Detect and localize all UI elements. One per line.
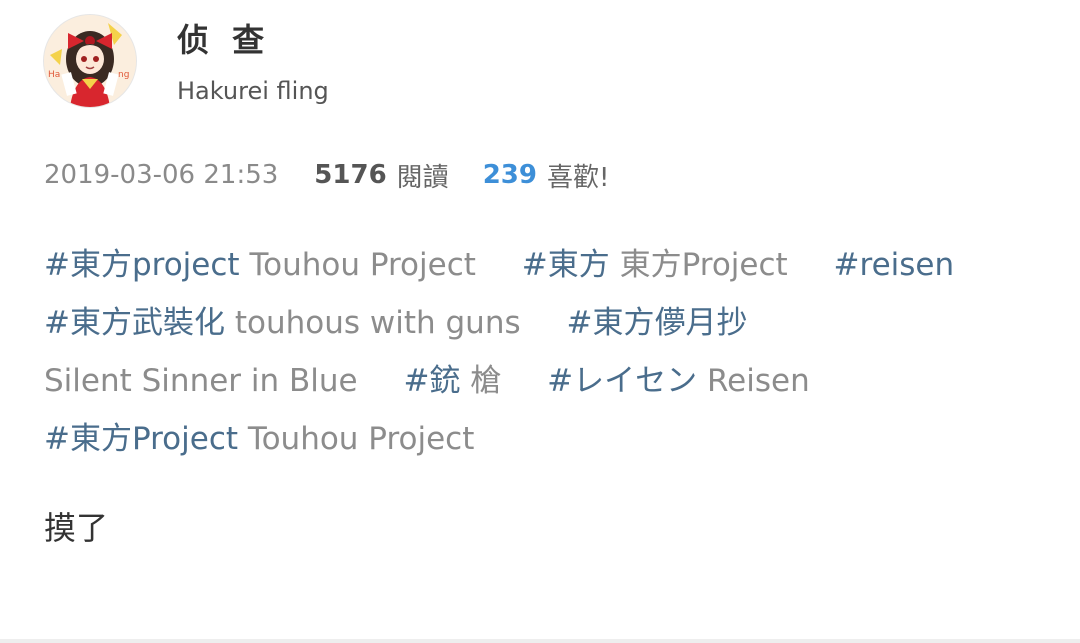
tag-name: #東方Project [44,421,239,457]
svg-text:Ha: Ha [48,70,60,80]
post-page: Ha ng 侦 查 Hakurei fling 2019-03-06 21:53… [0,0,1080,643]
tag-name: #東方武裝化 [44,305,225,341]
tag-item[interactable]: #銃 槍 [403,363,501,399]
tag-list: #東方project Touhou Project #東方 東方Project … [44,236,1044,468]
tag-item[interactable]: #reisen [834,247,955,283]
tag-item[interactable]: #東方武裝化 touhous with guns [44,305,521,341]
author-name[interactable]: 侦 查 [177,18,270,62]
tag-line: #東方武裝化 touhous with guns #東方儚月抄 [44,294,1044,352]
tag-item[interactable]: #東方project Touhou Project [44,247,476,283]
divider [0,639,1080,643]
tag-item[interactable]: #東方Project Touhou Project [44,421,474,457]
post-meta: 2019-03-06 21:53 5176 閱讀 239 喜歡! [44,156,609,194]
tag-desc: Touhou Project [249,247,476,283]
reads-label: 閱讀 [396,162,449,193]
tag-line: #東方Project Touhou Project [44,410,1044,468]
tag-desc: 東方Project [619,247,788,283]
tag-item[interactable]: #東方 東方Project [522,247,788,283]
likes-label[interactable]: 喜歡! [547,157,609,194]
tag-item[interactable]: #東方儚月抄 [566,305,747,341]
post-date: 2019-03-06 21:53 [44,160,279,190]
post-body-text: 摸了 [44,509,109,547]
tag-name: #レイセン [547,363,698,399]
likes-count[interactable]: 239 [483,160,537,190]
reimu-avatar-icon: Ha ng [44,15,136,107]
author-avatar[interactable]: Ha ng [44,15,136,107]
tag-desc: Silent Sinner in Blue [44,363,358,399]
tag-name: #東方儚月抄 [566,305,748,341]
author-subtitle: Hakurei fling [177,77,329,105]
tag-item[interactable]: #レイセン Reisen [547,363,810,399]
tag-name: #東方 [521,247,610,283]
tag-name: #東方project [44,247,240,283]
reads-count: 5176 [314,160,387,190]
tag-desc: Reisen [707,363,810,399]
tag-name: #銃 [403,363,461,399]
tag-line: #東方project Touhou Project #東方 東方Project … [44,236,1044,294]
tag-name: #reisen [833,247,955,283]
tag-item[interactable]: Silent Sinner in Blue [44,363,358,399]
tag-desc: touhous with guns [234,305,521,341]
tag-line: Silent Sinner in Blue #銃 槍 #レイセン Reisen [44,352,1044,410]
svg-text:ng: ng [118,70,129,80]
tag-desc: 槍 [470,363,502,399]
tag-desc: Touhou Project [247,421,475,457]
